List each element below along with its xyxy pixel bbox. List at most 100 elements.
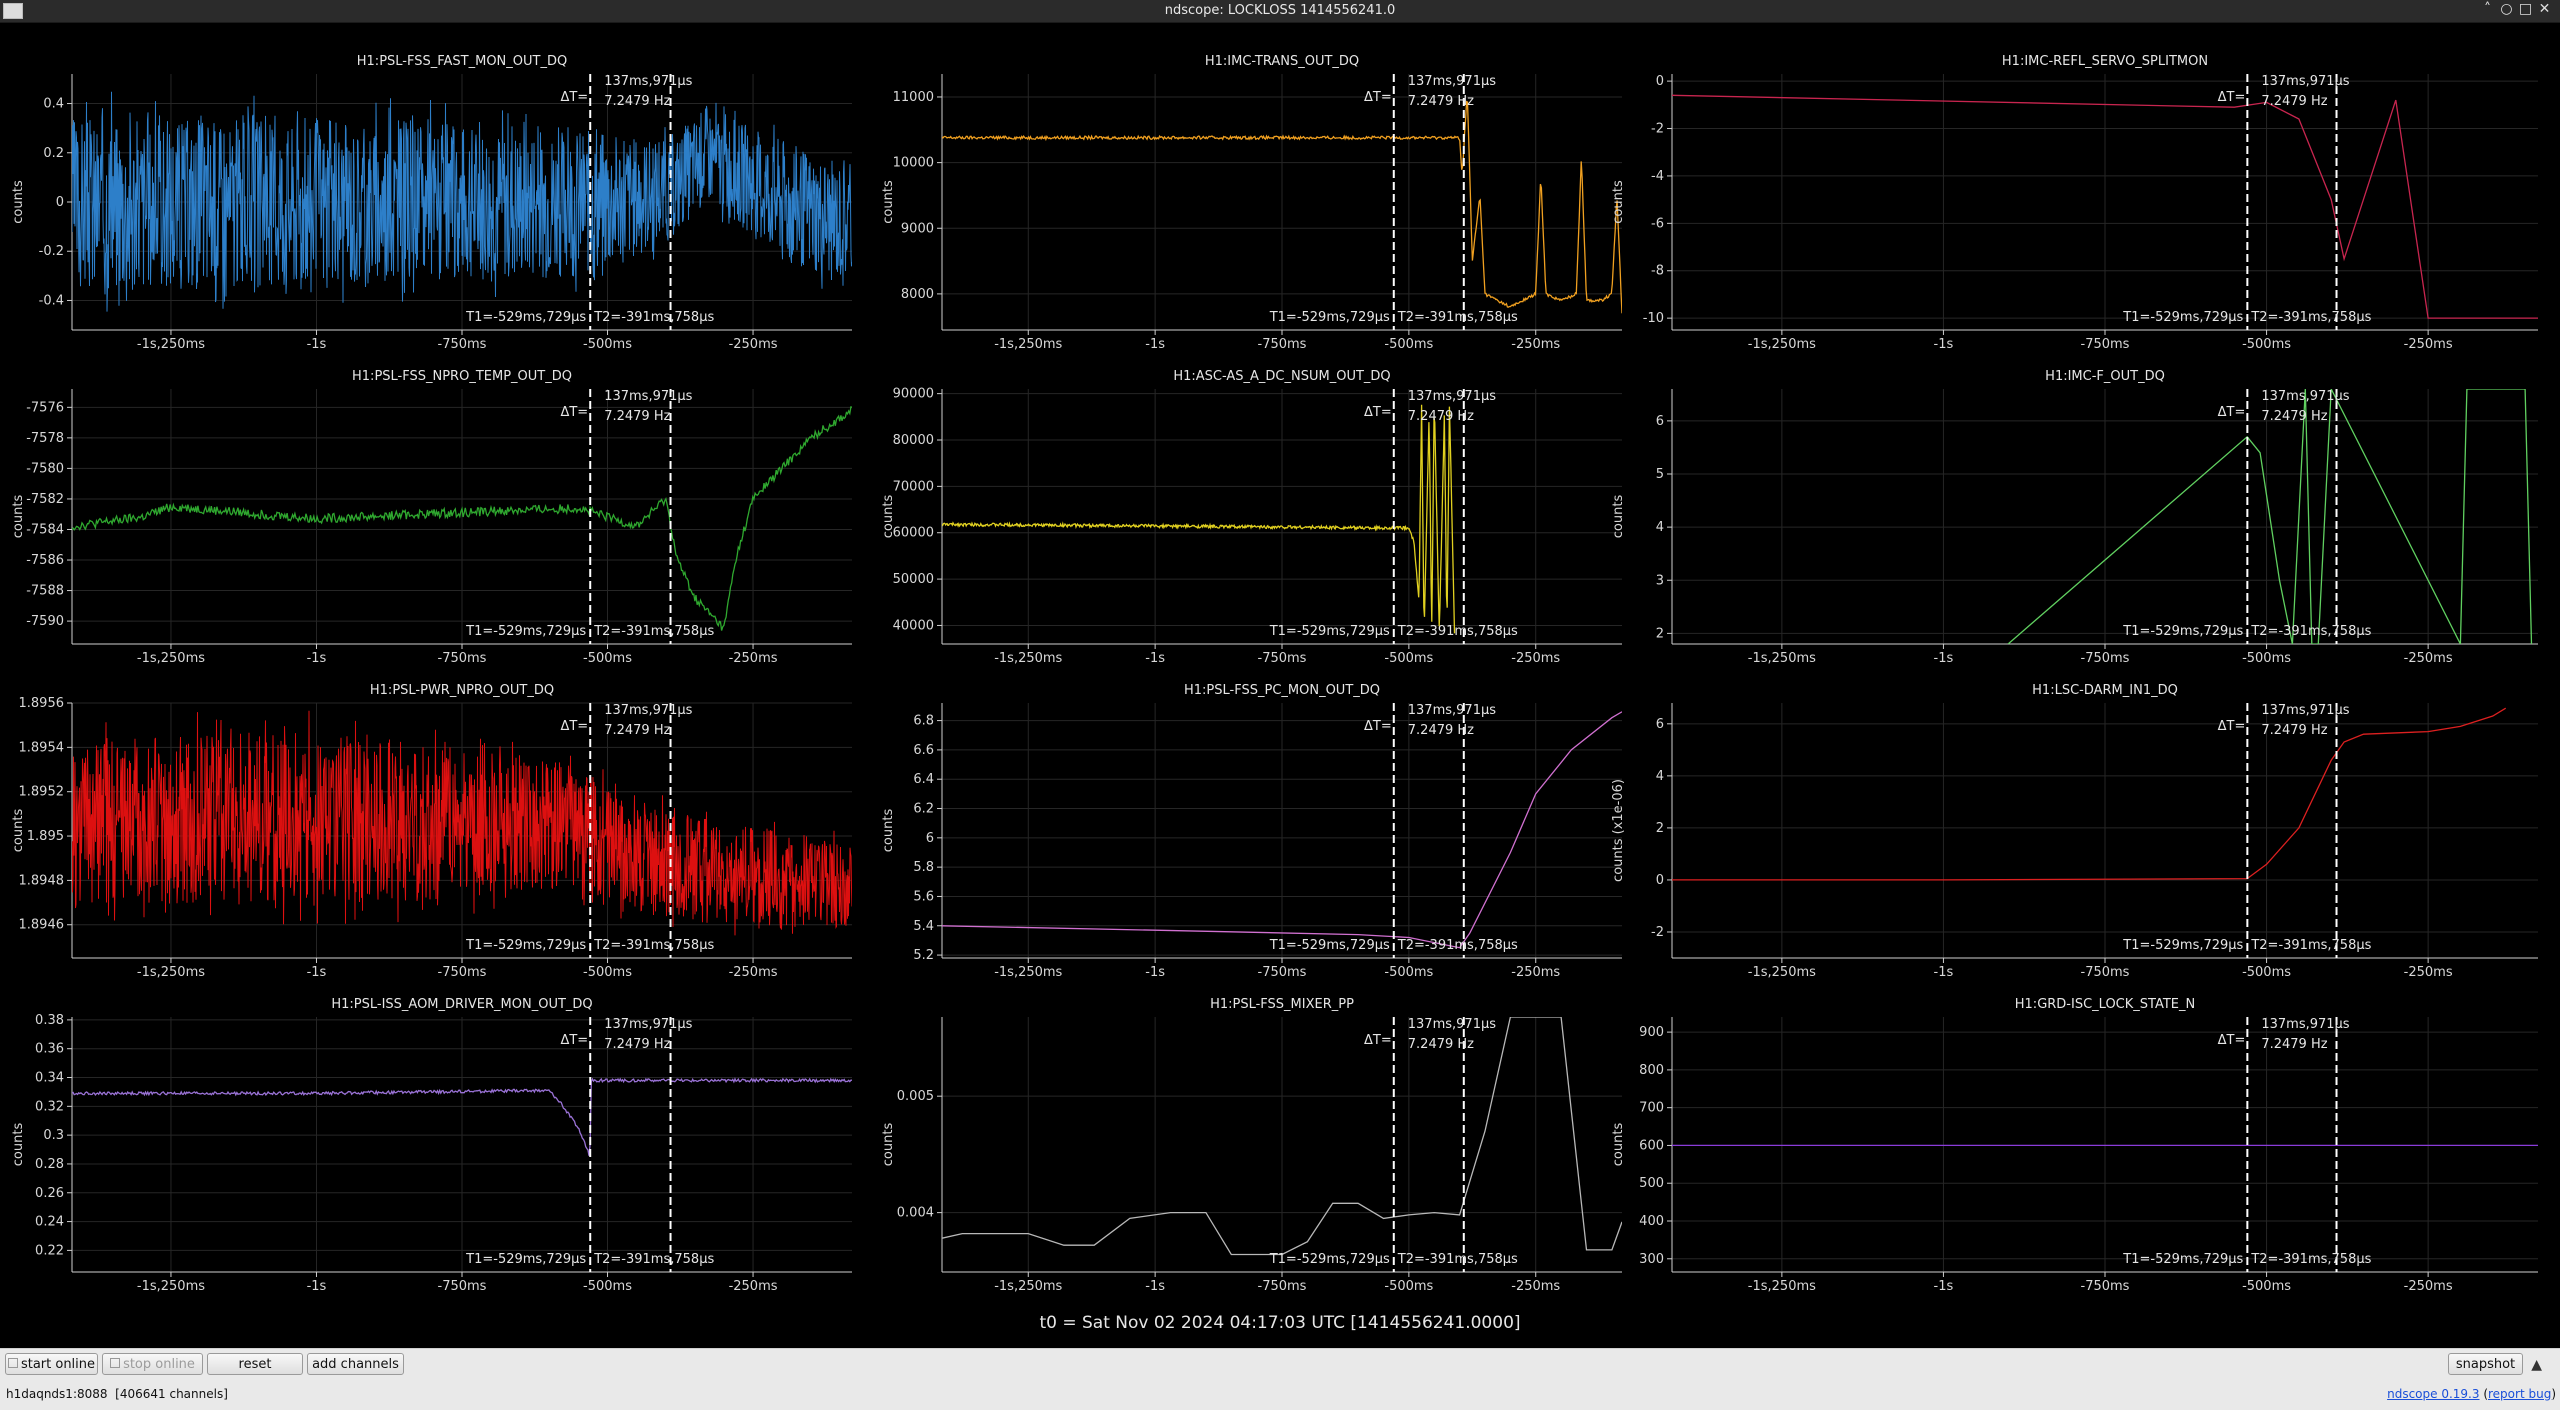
t2-label: T2=-391ms,758µs xyxy=(1397,624,1518,639)
x-tick-label: -1s,250ms xyxy=(994,337,1062,352)
plot-data xyxy=(942,404,1456,634)
plot-4[interactable]: -1s,250ms -1s -750ms -500ms -250ms 40000 50000… xyxy=(881,369,1622,666)
x-tick-label: -1s,250ms xyxy=(994,651,1062,666)
x-tick-label: -750ms xyxy=(2081,965,2130,980)
x-tick-label: -750ms xyxy=(1258,337,1307,352)
y-axis-label: counts xyxy=(11,180,26,224)
checkbox-icon xyxy=(110,1357,121,1368)
y-tick-label: 0.38 xyxy=(35,1013,64,1028)
x-tick-label: -500ms xyxy=(2242,965,2291,980)
cursor-frequency: 7.2479 Hz xyxy=(604,723,670,738)
x-tick-label: -1s xyxy=(1145,1279,1165,1294)
x-tick-label: -500ms xyxy=(1384,965,1433,980)
delta-t-label: ΔT= xyxy=(1364,90,1392,105)
plot-9[interactable]: -1s,250ms -1s -750ms -500ms -250ms 0.22 0.24 0.… xyxy=(11,997,852,1294)
status-server: h1daqnds1:8088 [406641 channels] xyxy=(6,1387,228,1401)
delta-t-value: 137ms,971µs xyxy=(2261,389,2349,404)
version-link[interactable]: ndscope 0.19.3 xyxy=(2387,1387,2479,1401)
plot-1[interactable]: -1s,250ms -1s -750ms -500ms -250ms 8000 9000 10… xyxy=(881,54,1622,352)
snapshot-button[interactable]: snapshot xyxy=(2448,1353,2523,1375)
y-tick-label: 2 xyxy=(1656,626,1664,641)
plot-7[interactable]: -1s,250ms -1s -750ms -500ms -250ms 5.2 5.4 5.6 5… xyxy=(881,683,1622,980)
expand-up-icon[interactable]: ▲ xyxy=(2531,1357,2542,1373)
y-tick-label: 0 xyxy=(56,195,64,210)
y-axis-label: counts (x1e-06) xyxy=(1611,779,1626,882)
y-tick-label: 4 xyxy=(1656,769,1664,784)
plot-title: H1:IMC-REFL_SERVO_SPLITMON xyxy=(2002,54,2208,69)
reset-button[interactable]: reset xyxy=(207,1353,303,1375)
x-tick-label: -250ms xyxy=(729,1279,778,1294)
y-tick-label: 5.8 xyxy=(913,860,934,875)
plot-2[interactable]: -1s,250ms -1s -750ms -500ms -250ms -10 -8 -6 -4 -… xyxy=(1611,54,2538,352)
t2-label: T2=-391ms,758µs xyxy=(593,624,714,639)
start-online-button[interactable]: start online xyxy=(5,1353,98,1375)
y-tick-label: 0.26 xyxy=(35,1186,64,1201)
status-version: ndscope 0.19.3 (report bug) xyxy=(2387,1387,2556,1401)
shade-icon[interactable]: ˄ xyxy=(2478,1,2497,17)
plot-title: H1:PSL-PWR_NPRO_OUT_DQ xyxy=(370,683,554,698)
y-tick-label: 600 xyxy=(1639,1138,1664,1153)
t1-label: T1=-529ms,729µs xyxy=(2122,938,2243,953)
y-tick-label: -0.2 xyxy=(39,244,64,259)
x-tick-label: -250ms xyxy=(2404,337,2453,352)
x-tick-label: -1s xyxy=(307,337,327,352)
plot-11[interactable]: -1s,250ms -1s -750ms -500ms -250ms 300 400 500 6… xyxy=(1611,997,2538,1294)
plot-10[interactable]: -1s,250ms -1s -750ms -500ms -250ms 0.004 0.005… xyxy=(881,997,1622,1294)
x-tick-label: -750ms xyxy=(1258,1279,1307,1294)
close-icon[interactable]: ✕ xyxy=(2535,1,2554,17)
delta-t-value: 137ms,971µs xyxy=(604,1017,692,1032)
plot-canvas[interactable]: -1s,250ms -1s -750ms -500ms -250ms -0.4 -0.2 0 0… xyxy=(0,22,2560,1348)
plot-6[interactable]: -1s,250ms -1s -750ms -500ms -250ms 1.8946 1.89… xyxy=(11,683,852,980)
delta-t-value: 137ms,971µs xyxy=(1408,389,1496,404)
y-tick-label: 800 xyxy=(1639,1063,1664,1078)
minimize-icon[interactable]: ○ xyxy=(2497,1,2516,17)
t1-label: T1=-529ms,729µs xyxy=(465,310,586,325)
plot-title: H1:PSL-FSS_NPRO_TEMP_OUT_DQ xyxy=(352,369,572,384)
data-series xyxy=(2007,389,2533,644)
x-tick-label: -250ms xyxy=(2404,1279,2453,1294)
y-tick-label: 40000 xyxy=(893,618,934,633)
delta-t-label: ΔT= xyxy=(1364,405,1392,420)
stop-online-button[interactable]: stop online xyxy=(102,1353,203,1375)
plot-3[interactable]: -1s,250ms -1s -750ms -500ms -250ms -7590 -7588… xyxy=(11,369,852,666)
plot-title: H1:GRD-ISC_LOCK_STATE_N xyxy=(2015,997,2195,1012)
y-tick-label: 0.005 xyxy=(897,1089,934,1104)
plot-grid[interactable]: -1s,250ms -1s -750ms -500ms -250ms -0.4 -0.2 0 0… xyxy=(0,22,2560,1348)
plot-0[interactable]: -1s,250ms -1s -750ms -500ms -250ms -0.4 -0.2 0 0… xyxy=(11,54,852,352)
delta-t-label: ΔT= xyxy=(2218,90,2246,105)
x-tick-label: -1s,250ms xyxy=(137,337,205,352)
y-axis-label: counts xyxy=(11,495,26,539)
x-tick-label: -750ms xyxy=(1258,965,1307,980)
y-tick-label: -7584 xyxy=(26,522,64,537)
y-tick-label: 4 xyxy=(1656,520,1664,535)
y-tick-label: 1.8946 xyxy=(19,918,65,933)
delta-t-label: ΔT= xyxy=(560,1033,588,1048)
delta-t-label: ΔT= xyxy=(560,405,588,420)
y-tick-label: -2 xyxy=(1651,925,1664,940)
delta-t-value: 137ms,971µs xyxy=(1408,1017,1496,1032)
y-tick-label: -7580 xyxy=(26,461,64,476)
plot-title: H1:PSL-FSS_FAST_MON_OUT_DQ xyxy=(357,54,567,69)
cursor-frequency: 7.2479 Hz xyxy=(1408,409,1474,424)
y-axis-label: counts xyxy=(881,1123,896,1167)
x-tick-label: -750ms xyxy=(438,965,487,980)
maximize-icon[interactable]: □ xyxy=(2516,1,2535,17)
y-tick-label: 0 xyxy=(1656,873,1664,888)
delta-t-label: ΔT= xyxy=(560,719,588,734)
cursor-frequency: 7.2479 Hz xyxy=(1408,723,1474,738)
y-tick-label: 6.8 xyxy=(913,714,934,729)
add-channels-button[interactable]: add channels xyxy=(307,1353,404,1375)
plot-5[interactable]: -1s,250ms -1s -750ms -500ms -250ms 2 3 4 5 6 H1:IM… xyxy=(1611,369,2538,666)
y-tick-label: -10 xyxy=(1643,311,1664,326)
x-tick-label: -250ms xyxy=(1511,1279,1560,1294)
x-tick-label: -1s,250ms xyxy=(994,1279,1062,1294)
x-tick-label: -500ms xyxy=(2242,651,2291,666)
t1-label: T1=-529ms,729µs xyxy=(465,624,586,639)
x-tick-label: -750ms xyxy=(438,651,487,666)
report-bug-link[interactable]: report bug xyxy=(2488,1387,2551,1401)
plot-8[interactable]: -1s,250ms -1s -750ms -500ms -250ms -2 0 2 4 6 H1:L… xyxy=(1611,683,2538,980)
y-tick-label: 6.4 xyxy=(913,772,934,787)
t1-label: T1=-529ms,729µs xyxy=(1269,310,1390,325)
y-axis-label: counts xyxy=(881,180,896,224)
y-tick-label: 6 xyxy=(1656,717,1664,732)
